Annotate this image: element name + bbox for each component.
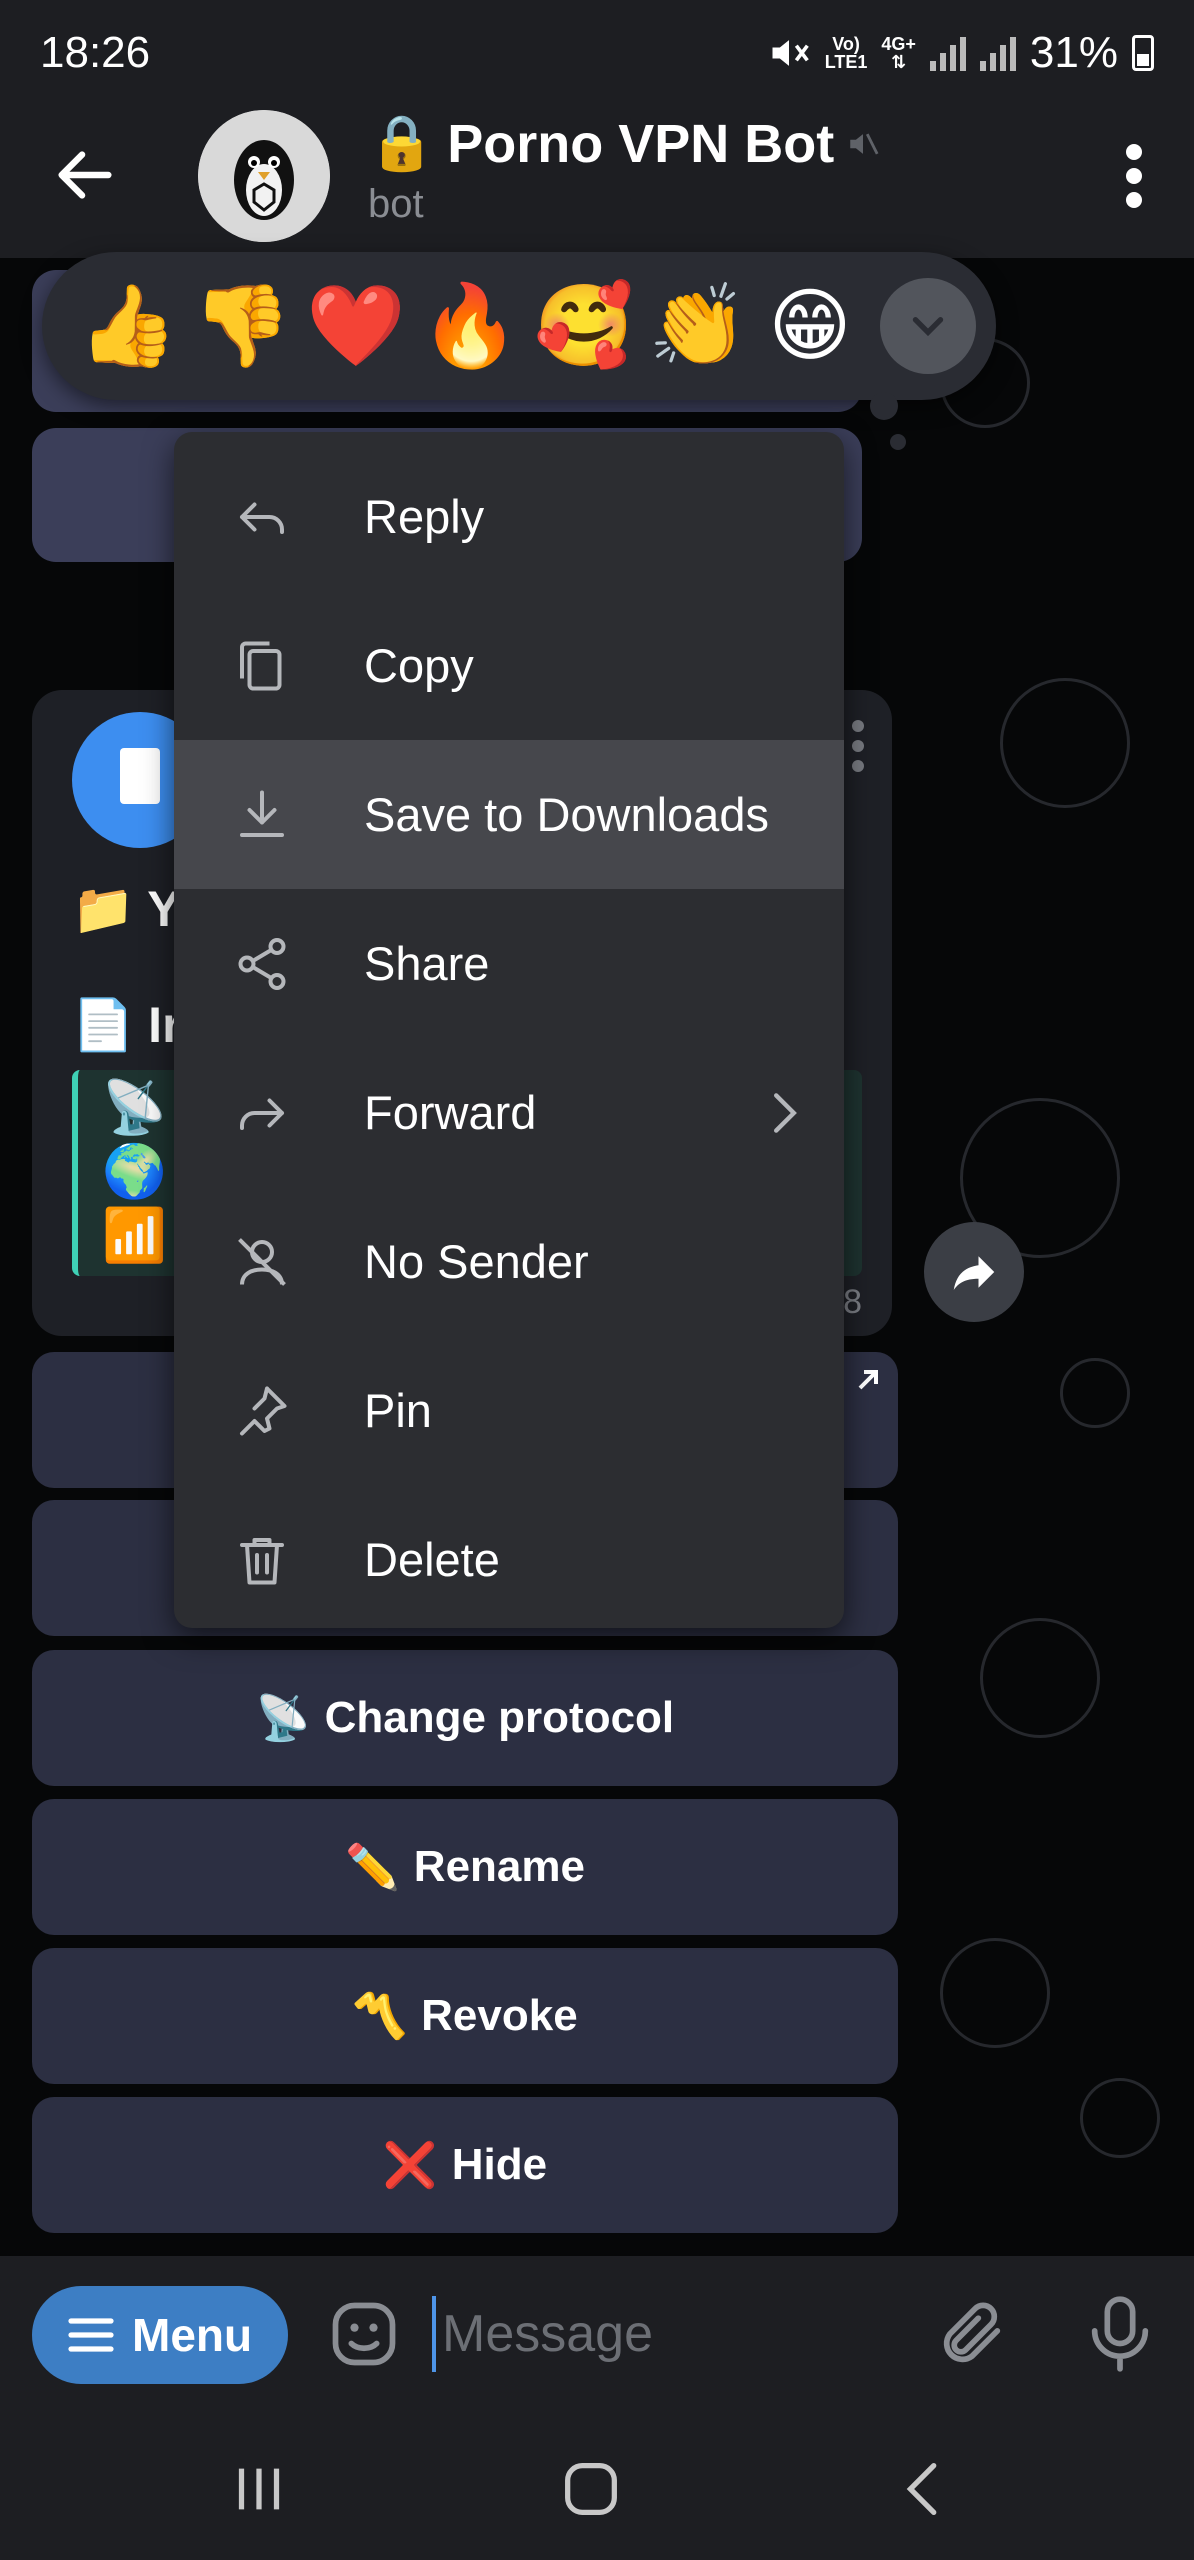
trash-icon — [240, 1537, 284, 1584]
forward-icon — [240, 1098, 284, 1130]
microphone-icon[interactable] — [1082, 2292, 1158, 2376]
copy-icon — [240, 641, 282, 690]
message-options-icon[interactable] — [852, 720, 866, 780]
menu-item-no-sender[interactable]: No Sender — [174, 1187, 844, 1336]
recents-icon[interactable] — [224, 2454, 294, 2524]
external-link-icon — [858, 1370, 878, 1390]
no-sender-icon — [238, 1237, 286, 1286]
muted-icon — [850, 132, 879, 155]
status-bar: 18:26 Vo) LTE1 4G+ ⇅ 31% — [0, 0, 1194, 110]
globe-emoji: 🌍 — [102, 1143, 167, 1201]
pin-icon — [240, 1386, 287, 1435]
share-icon — [238, 937, 286, 990]
menu-label-forward: Forward — [364, 1086, 537, 1139]
chat-subtitle: bot — [368, 182, 424, 226]
hide-label: Hide — [451, 2140, 548, 2189]
hamburger-icon — [68, 2318, 114, 2352]
reaction-clap[interactable]: 👏 — [648, 278, 748, 374]
sticker-icon[interactable] — [326, 2296, 402, 2372]
message-input-bar: Menu — [0, 2256, 1194, 2412]
status-time: 18:26 — [40, 28, 151, 77]
reaction-thumbs-up[interactable]: 👍 — [78, 278, 178, 374]
quote-emojis: 📡 🌍 📶 — [102, 1076, 167, 1268]
lock-emoji: 🔒 — [368, 113, 436, 173]
reaction-fire[interactable]: 🔥 — [420, 278, 520, 374]
more-options-icon[interactable] — [1104, 136, 1164, 216]
change-protocol-label: Change protocol — [324, 1693, 675, 1742]
menu-label-share: Share — [364, 937, 490, 990]
reaction-grin[interactable]: 😁 — [762, 278, 858, 374]
menu-item-save-to-downloads[interactable]: Save to Downloads — [174, 740, 844, 889]
folder-emoji: 📁 — [72, 881, 135, 937]
data-arrows-icon: ⇅ — [891, 52, 907, 72]
message-line-1: 📁 Y — [72, 880, 181, 939]
reaction-bar-tail — [870, 392, 898, 420]
volte-top: Vo) — [832, 34, 860, 54]
pencil-emoji: ✏️ — [345, 1843, 400, 1892]
system-nav-bar — [0, 2412, 1194, 2560]
rename-label: Rename — [413, 1842, 585, 1891]
share-arrow-icon — [953, 1256, 995, 1290]
menu-label-save: Save to Downloads — [364, 788, 769, 841]
menu-label-reply: Reply — [364, 490, 485, 543]
bot-menu-button[interactable]: Menu — [32, 2286, 288, 2384]
signal-icon-2 — [979, 35, 1016, 71]
menu-item-reply[interactable]: Reply — [174, 442, 844, 591]
menu-label-copy: Copy — [364, 639, 474, 692]
chat-header: 🔒 Porno VPN Bot bot — [0, 110, 1194, 258]
change-protocol-button[interactable]: 📡 Change protocol — [32, 1650, 898, 1786]
menu-item-delete[interactable]: Delete — [174, 1485, 844, 1628]
menu-item-forward[interactable]: Forward — [174, 1038, 844, 1187]
menu-label-pin: Pin — [364, 1384, 432, 1437]
part-alternation-emoji: 〽️ — [352, 1992, 408, 2041]
paperclip-icon[interactable] — [934, 2296, 1010, 2372]
satellite-emoji: 📡 — [102, 1079, 167, 1137]
home-icon[interactable] — [556, 2454, 626, 2524]
reaction-bar: 👍 👎 ❤️ 🔥 🥰 👏 😁 — [42, 252, 996, 400]
message-context-menu: Reply Copy Save to Downloads Share Forwa… — [174, 432, 844, 1628]
reaction-thumbs-down[interactable]: 👎 — [192, 278, 292, 374]
volte-indicator: Vo) LTE1 — [825, 35, 868, 71]
menu-label-delete: Delete — [364, 1533, 500, 1586]
message-line-2: 📄 Ir — [72, 996, 182, 1055]
download-icon — [240, 790, 284, 837]
chevron-down-icon — [912, 317, 944, 337]
avatar[interactable] — [198, 110, 330, 242]
battery-percent: 31% — [1029, 28, 1118, 77]
reaction-bar-tail-small — [890, 434, 906, 450]
revoke-button[interactable]: 〽️ Revoke — [32, 1948, 898, 2084]
expand-reactions-button[interactable] — [880, 278, 976, 374]
menu-label: Menu — [132, 2309, 253, 2361]
battery-icon — [1132, 35, 1154, 71]
data-top: 4G+ — [881, 34, 916, 54]
status-icons: Vo) LTE1 4G+ ⇅ 31% — [767, 28, 1154, 78]
penguin-avatar-icon — [198, 110, 330, 242]
satellite-emoji: 📡 — [255, 1694, 311, 1743]
volte-bottom: LTE1 — [824, 52, 868, 72]
revoke-label: Revoke — [421, 1991, 578, 2040]
data-indicator: 4G+ ⇅ — [881, 35, 916, 71]
bot-name: Porno VPN Bot — [447, 113, 835, 174]
message-input[interactable] — [432, 2296, 892, 2372]
message-time: 8 — [843, 1283, 862, 1321]
menu-item-share[interactable]: Share — [174, 889, 844, 1038]
back-arrow-icon[interactable] — [50, 140, 120, 210]
signal-icon — [929, 35, 966, 71]
reaction-smiling-hearts[interactable]: 🥰 — [534, 278, 634, 374]
share-message-button[interactable] — [924, 1222, 1024, 1322]
menu-item-pin[interactable]: Pin — [174, 1336, 844, 1485]
signal-emoji: 📶 — [102, 1207, 167, 1265]
menu-item-copy[interactable]: Copy — [174, 591, 844, 740]
mute-icon — [772, 40, 809, 66]
chat-title[interactable]: 🔒 Porno VPN Bot — [368, 112, 880, 175]
hide-button[interactable]: ❌ Hide — [32, 2097, 898, 2233]
chevron-right-icon — [773, 1092, 797, 1133]
cross-emoji: ❌ — [382, 2141, 438, 2190]
document-emoji: 📄 — [72, 997, 135, 1053]
back-icon[interactable] — [890, 2454, 960, 2524]
menu-label-no-sender: No Sender — [364, 1235, 589, 1288]
rename-button[interactable]: ✏️ Rename — [32, 1799, 898, 1935]
reaction-heart[interactable]: ❤️ — [306, 278, 406, 374]
reply-icon — [240, 502, 284, 534]
